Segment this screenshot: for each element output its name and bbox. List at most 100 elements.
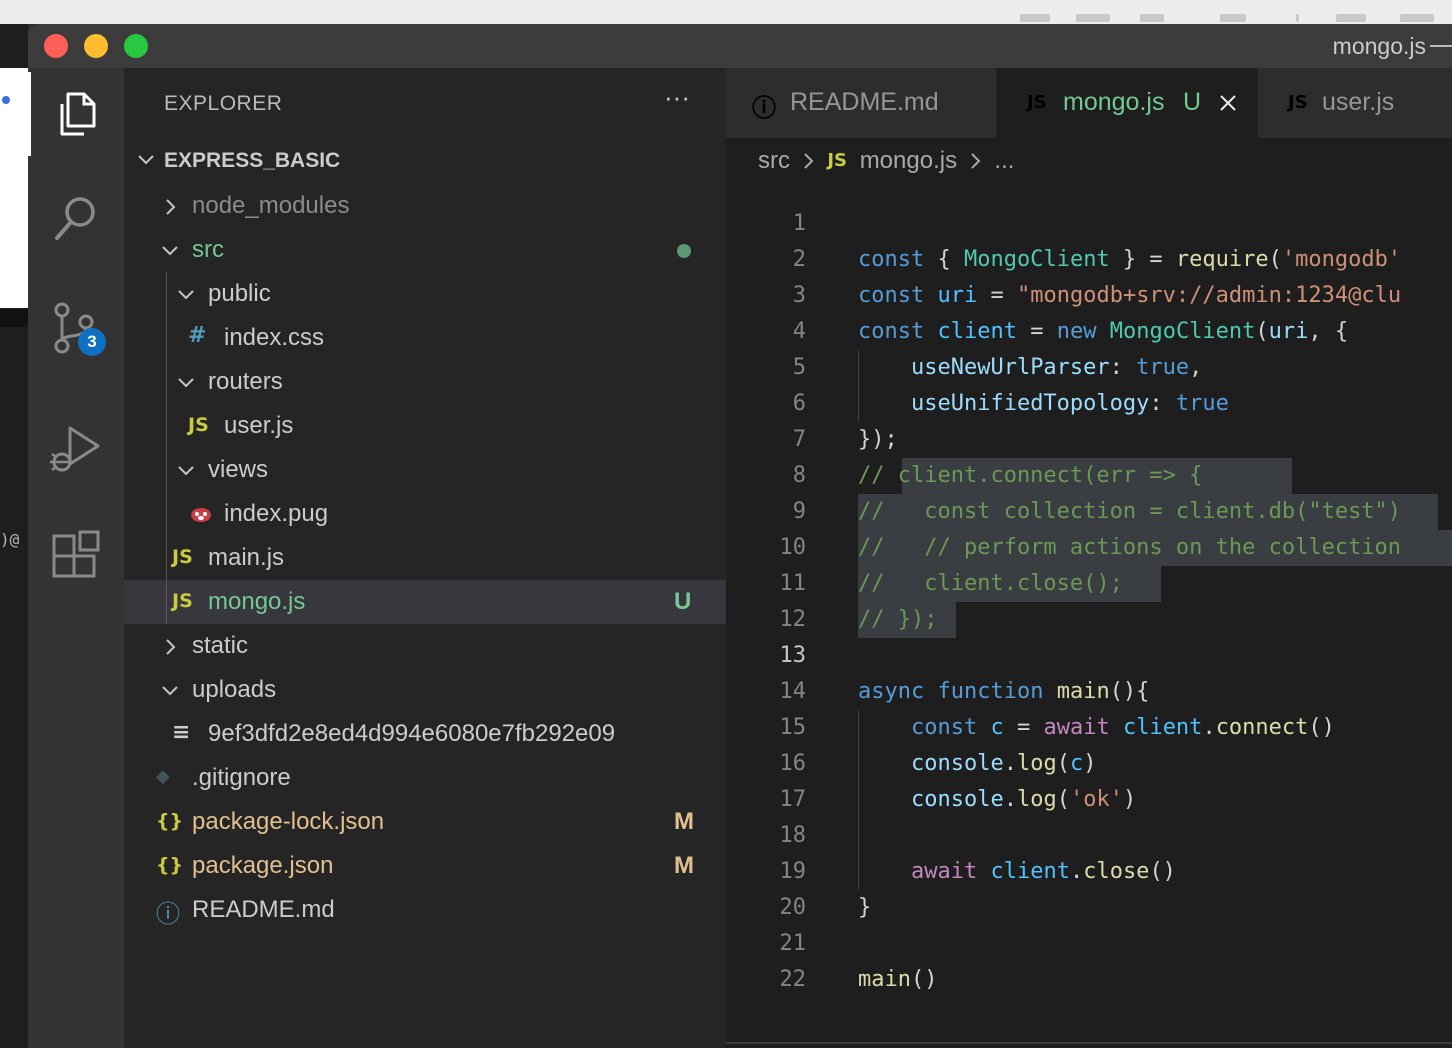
code-line: 13 [726,638,1452,674]
project-root[interactable]: EXPRESS_BASIC [124,140,726,184]
code-token: client [1122,715,1203,740]
code-token: ) [1083,751,1097,776]
scm-badge: 3 [78,328,106,356]
vscode-window: mongo.js 3 EXPLORER ··· EXPRESS_BASIC no… [28,24,1452,1048]
code-token: . [1069,859,1084,884]
folder-item[interactable]: routers [124,360,726,404]
git-status-badge: M [674,852,694,879]
line-number: 8 [792,463,806,488]
background-dot [2,96,10,104]
chevron-down-icon [178,290,194,300]
file-item[interactable]: # index.css [124,316,726,360]
code-text: useUnifiedTopology: true [858,386,1229,422]
source-control-activity[interactable]: 3 [28,286,124,370]
tab-mongo-js[interactable]: JS mongo.js U [997,68,1258,138]
tree-item-label: src [192,236,224,263]
code-line: 12 // }); [726,602,1452,638]
title-dash [1430,45,1452,47]
git-status-badge: M [674,808,694,835]
more-actions-button[interactable]: ··· [664,82,690,113]
code-token: console [910,751,1004,776]
code-token: ( [1268,247,1282,272]
code-token: MongoClient [1109,319,1256,344]
tree-item-label: package-lock.json [192,808,385,835]
code-line: 10 // // perform actions on the collectio… [726,530,1452,566]
title-bar: mongo.js [28,24,1452,68]
code-token: console [910,787,1004,812]
file-icon: ≡ [172,720,191,745]
code-text: async function main(){ [858,674,1149,710]
explorer-activity[interactable] [28,72,124,156]
chevron-right-icon [166,639,176,655]
code-token: () [910,967,938,992]
window-title: mongo.js [1332,33,1426,59]
folder-item[interactable]: views [124,448,726,492]
tree-item-label: index.css [224,324,325,351]
tab-user-js[interactable]: JS user.js [1258,68,1452,138]
folder-item[interactable]: uploads [124,668,726,712]
tree-item-label: main.js [208,544,285,571]
line-number: 12 [779,607,807,632]
breadcrumb-file[interactable]: mongo.js [860,147,957,175]
search-activity[interactable] [28,176,124,260]
folder-item[interactable]: public [124,272,726,316]
info-icon: ⓘ [752,94,776,122]
code-token: log [1016,787,1057,812]
file-item[interactable]: JS user.js [124,404,726,448]
code-line: 3 const uri = "mongodb+srv://admin:1234@c… [726,278,1452,314]
file-item[interactable]: JS main.js [124,536,726,580]
code-token: const [910,715,978,740]
tree-item-label: user.js [224,412,294,439]
minimize-window-button[interactable] [84,34,108,58]
code-token: = [1016,319,1057,344]
folder-item[interactable]: src [124,228,726,272]
code-token: const [858,319,925,344]
folder-item[interactable]: node_modules [124,184,726,228]
chevron-right-icon [166,199,176,215]
code-token: main [858,967,911,992]
file-item[interactable]: JS mongo.js U [124,580,726,624]
code-token: }); [858,427,898,452]
code-token: // client.connect(err => { [858,463,1203,488]
code-line: 4 const client = new MongoClient(uri, { [726,314,1452,350]
code-line: 22 main() [726,962,1452,998]
chevron-down-icon [162,246,178,256]
file-item[interactable]: index.pug [124,492,726,536]
folder-item[interactable]: static [124,624,726,668]
code-token: ( [1056,787,1070,812]
maximize-window-button[interactable] [124,34,148,58]
code-text: } [858,890,871,926]
git-icon: ◆ [156,766,170,787]
close-icon[interactable] [1219,94,1237,112]
file-item[interactable]: ⓘ README.md [124,888,726,932]
background-window-edge: )@ [0,24,29,1048]
code-text: useNewUrlParser: true, [858,350,1202,386]
close-window-button[interactable] [44,34,68,58]
code-line: 14 async function main(){ [726,674,1452,710]
file-item[interactable]: {} package.json M [124,844,726,888]
extensions-activity[interactable] [28,514,124,598]
code-text: // client.close(); [858,566,1123,602]
menubar-icon [1076,14,1110,22]
code-line: 8 // client.connect(err => { [726,458,1452,494]
tree-item-label: public [208,280,271,307]
files-icon [60,92,95,136]
tab-readme[interactable]: ⓘ README.md [726,68,997,138]
tree-item-label: uploads [192,676,277,703]
breadcrumb-folder[interactable]: src [758,147,790,175]
code-token: const [858,247,925,272]
chevron-right-icon [803,152,814,169]
file-item[interactable]: ≡ 9ef3dfd2e8ed4d994e6080e7fb292e09 [124,712,726,756]
run-debug-activity[interactable] [28,408,124,492]
breadcrumb-symbol[interactable]: ... [994,147,1014,175]
tree-item-label: README.md [192,896,335,923]
code-line: 5 useNewUrlParser: true, [726,350,1452,386]
file-item[interactable]: ◆ .gitignore [124,756,726,800]
line-number: 21 [779,931,807,956]
code-token: client [990,859,1070,884]
file-item[interactable]: {} package-lock.json M [124,800,726,844]
line-number: 7 [792,427,806,452]
git-status-badge: U [674,588,692,615]
